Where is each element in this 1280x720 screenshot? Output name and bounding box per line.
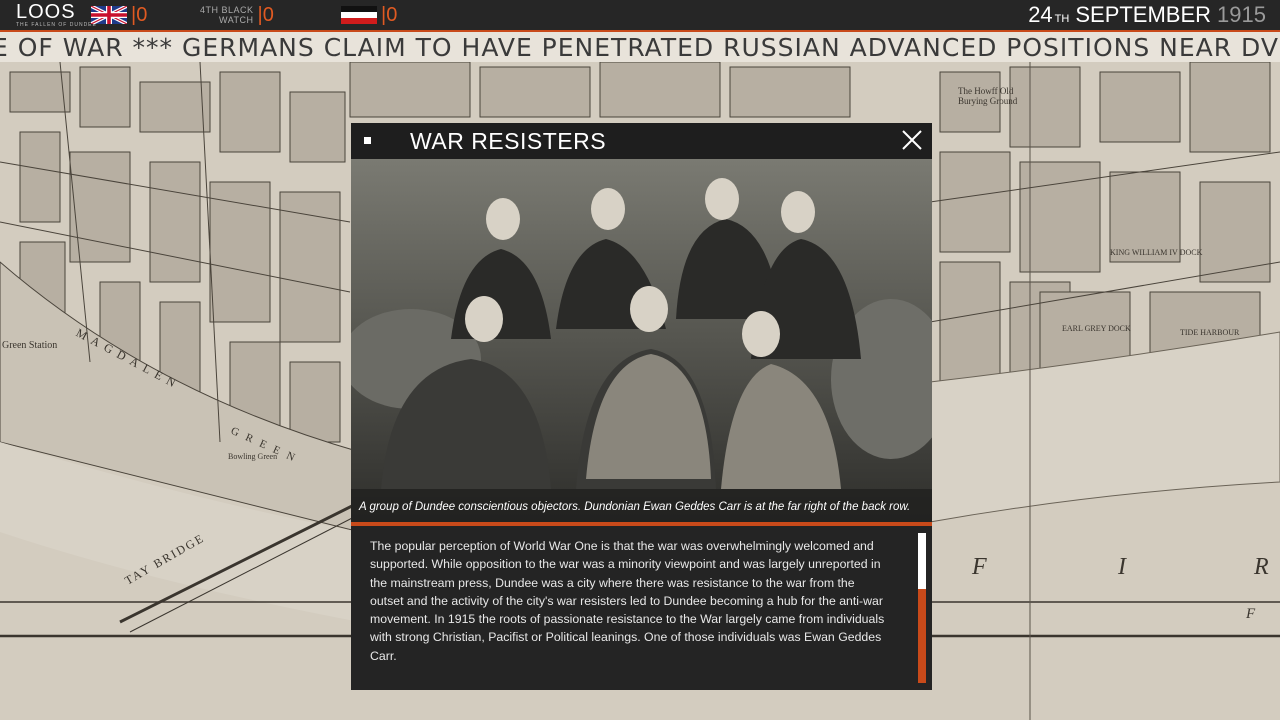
top-status-bar: LOOS THE FALLEN OF DUNDEE | 0 4TH BLACK W… (0, 0, 1280, 32)
german-casualties: | 0 (341, 0, 397, 30)
black-watch-label: 4TH BLACK WATCH (200, 5, 254, 25)
battle-subtitle: THE FALLEN OF DUNDEE (16, 22, 97, 28)
bw-count: 0 (262, 3, 274, 26)
german-empire-flag-icon (341, 6, 377, 24)
news-ticker-text: E OF WAR *** GERMANS CLAIM TO HAVE PENET… (0, 33, 1280, 62)
map-label: Green Station (2, 340, 58, 351)
date-year: 1915 (1217, 2, 1266, 27)
dialog-header: WAR RESISTERS (351, 123, 932, 159)
date-day: 24 (1028, 2, 1053, 27)
union-jack-flag-icon (91, 6, 127, 24)
photo-caption: A group of Dundee conscientious objector… (359, 501, 911, 513)
map-label: F (972, 554, 987, 580)
scrollbar-track[interactable] (918, 533, 926, 683)
map-label: TIDE HARBOUR (1180, 328, 1240, 337)
black-watch-casualties: 4TH BLACK WATCH | 0 (200, 3, 274, 26)
scrollbar-thumb[interactable] (918, 533, 926, 589)
close-icon[interactable] (901, 129, 923, 151)
orange-divider (351, 522, 932, 526)
map-label: KING WILLIAM IV DOCK (1110, 248, 1203, 257)
bullet-square-icon (364, 137, 371, 144)
map-label: F (1246, 606, 1256, 622)
war-resisters-dialog: WAR RESISTERS A group of Dundee conscien… (351, 123, 932, 690)
historical-photo: A group of Dundee conscientious objector… (351, 159, 932, 522)
date-suffix: TH (1054, 13, 1070, 25)
battle-title: LOOS (16, 1, 76, 23)
uk-count: 0 (136, 3, 148, 26)
map-label: R (1254, 554, 1269, 580)
uk-casualties: | 0 (91, 0, 147, 30)
de-count: 0 (386, 3, 398, 26)
news-ticker: E OF WAR *** GERMANS CLAIM TO HAVE PENET… (0, 32, 1280, 62)
battle-title-block: LOOS THE FALLEN OF DUNDEE (16, 0, 97, 30)
dialog-body-text: The popular perception of World War One … (370, 539, 885, 663)
group-photo-image (351, 159, 932, 522)
map-label: EARL GREY DOCK (1062, 324, 1131, 333)
map-label: Bowling Green (228, 452, 278, 461)
map-label: The Howff Old Burying Ground (958, 86, 1018, 106)
dialog-title: WAR RESISTERS (410, 128, 607, 154)
date-display: 24 TH SEPTEMBER 1915 (1028, 0, 1266, 30)
date-month: SEPTEMBER (1075, 2, 1212, 27)
map-label: I (1118, 554, 1126, 580)
